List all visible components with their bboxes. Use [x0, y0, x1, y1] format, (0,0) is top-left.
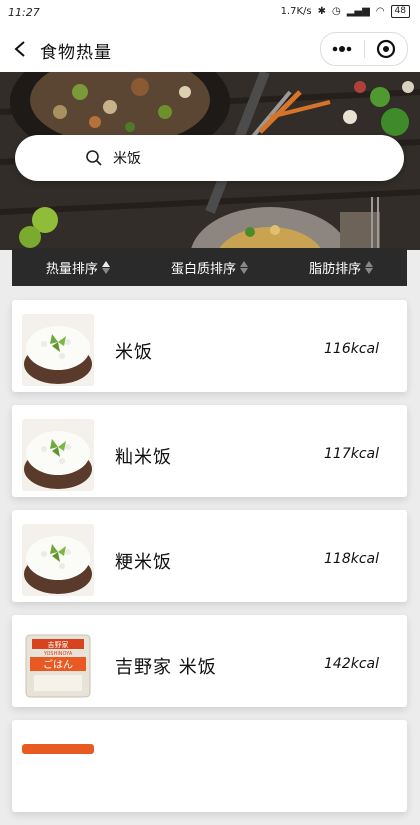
page-title: 食物热量: [40, 43, 112, 63]
rice-bowl-image: [22, 524, 94, 596]
sort-bar: 热量排序 蛋白质排序 脂肪排序: [12, 248, 407, 286]
package-product: ごはん: [43, 658, 73, 671]
food-name: 米饭: [115, 342, 153, 363]
status-time: 11:27: [8, 6, 40, 19]
rice-bowl-image: [22, 419, 94, 491]
alarm-icon: ◷: [332, 6, 341, 17]
food-image: [22, 744, 94, 754]
sort-label: 热量排序: [45, 261, 98, 277]
sort-by-fat[interactable]: 脂肪排序: [275, 248, 407, 286]
hero-banner: [0, 72, 420, 250]
close-mini-program-button[interactable]: [365, 33, 408, 65]
bluetooth-icon: ✱: [317, 6, 326, 17]
food-list: 米饭 116kcal 籼米饭 117kcal 粳米饭 118kcal 吉野家 Y…: [12, 300, 407, 825]
package-brand: 吉野家: [48, 640, 69, 649]
search-input[interactable]: [111, 149, 355, 167]
target-icon: [376, 39, 395, 59]
status-bar: 11:27 1.7K/s ✱ ◷ ▂▄▆ ◠ 48: [0, 0, 420, 26]
food-calories: 116kcal: [324, 341, 379, 357]
food-image: [22, 419, 94, 491]
sort-arrows-icon: [240, 260, 249, 274]
rice-bowl-image: [22, 314, 94, 386]
sort-by-calories[interactable]: 热量排序: [12, 248, 144, 286]
nav-bar: 食物热量: [0, 26, 420, 72]
food-image: 吉野家 YOSHINOYA ごはん: [22, 629, 94, 701]
food-image: [22, 524, 94, 596]
food-item[interactable]: 吉野家 YOSHINOYA ごはん 吉野家 米饭 142kcal: [12, 615, 407, 707]
food-name: 籼米饭: [115, 447, 172, 468]
sort-arrows-icon: [101, 260, 110, 274]
food-name: 吉野家 米饭: [115, 657, 217, 678]
packaged-rice-image: 吉野家 YOSHINOYA ごはん: [22, 629, 94, 701]
food-item[interactable]: 粳米饭 118kcal: [12, 510, 407, 602]
chevron-left-icon: [14, 41, 25, 57]
food-item[interactable]: 籼米饭 117kcal: [12, 405, 407, 497]
package-brand-romaji: YOSHINOYA: [43, 651, 73, 657]
back-button[interactable]: [6, 35, 34, 63]
network-speed: 1.7K/s: [280, 6, 312, 17]
food-image: [22, 314, 94, 386]
food-calories: 118kcal: [324, 551, 379, 567]
sort-arrows-icon: [365, 260, 374, 274]
food-name: 粳米饭: [115, 552, 172, 573]
wifi-icon: ◠: [375, 6, 385, 17]
more-button[interactable]: [321, 33, 364, 65]
battery-icon: 48: [390, 5, 410, 18]
search-icon: [86, 150, 102, 166]
signal-icon: ▂▄▆: [346, 6, 370, 17]
status-icons: 1.7K/s ✱ ◷ ▂▄▆ ◠ 48: [281, 5, 410, 18]
search-bar[interactable]: [15, 135, 404, 181]
sort-by-protein[interactable]: 蛋白质排序: [144, 248, 276, 286]
sort-label: 蛋白质排序: [171, 261, 237, 277]
more-dots-icon: [332, 46, 352, 52]
food-item-partial[interactable]: [12, 720, 407, 812]
food-item[interactable]: 米饭 116kcal: [12, 300, 407, 392]
mini-program-capsule: [320, 32, 408, 66]
food-calories: 142kcal: [324, 656, 379, 672]
sort-label: 脂肪排序: [309, 261, 362, 277]
food-calories: 117kcal: [324, 446, 379, 462]
